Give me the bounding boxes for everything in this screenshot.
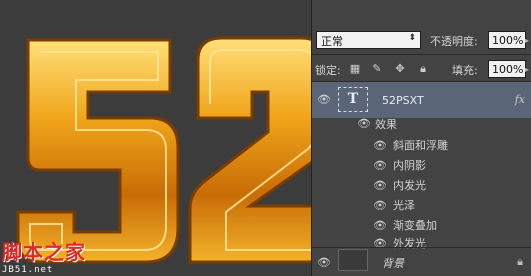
eye-icon[interactable]: 👁︎ bbox=[316, 257, 332, 269]
eye-icon[interactable]: 👁︎ bbox=[372, 220, 388, 232]
effect-inner-glow[interactable]: 内发光 bbox=[393, 177, 426, 193]
text-layer-thumbnail: T bbox=[338, 87, 368, 112]
background-layer-thumbnail bbox=[338, 249, 368, 271]
eye-icon[interactable]: 👁︎ bbox=[372, 200, 388, 212]
blend-mode-value: 正常 bbox=[321, 35, 343, 48]
eye-icon[interactable]: 👁︎ bbox=[372, 140, 388, 152]
fill-label: 填充: bbox=[452, 64, 478, 77]
effect-gradient-overlay[interactable]: 渐变叠加 bbox=[393, 217, 437, 233]
lock-icon: 🔒︎ bbox=[517, 255, 523, 268]
gold-text-artwork bbox=[16, 36, 311, 264]
type-glyph: T bbox=[347, 91, 359, 107]
eye-icon[interactable]: 👁︎ bbox=[372, 160, 388, 172]
chevron-right-icon[interactable]: ▸ bbox=[525, 36, 529, 45]
watermark-chinese: 脚本之家 bbox=[2, 240, 86, 264]
opacity-value: 100% bbox=[492, 34, 524, 47]
chevron-right-icon[interactable]: ▸ bbox=[525, 65, 529, 74]
document-canvas[interactable]: 脚本之家 JB51.net bbox=[0, 0, 311, 276]
divider bbox=[312, 54, 531, 55]
fill-field[interactable]: 100% bbox=[488, 60, 526, 78]
effect-satin[interactable]: 光泽 bbox=[393, 197, 415, 213]
blend-mode-select[interactable]: 正常 ⬍ bbox=[316, 31, 421, 49]
chevron-updown-icon: ⬍ bbox=[408, 33, 416, 43]
effect-inner-shadow[interactable]: 内阴影 bbox=[393, 157, 426, 173]
opacity-label: 不透明度: bbox=[430, 35, 478, 48]
effect-bevel-emboss[interactable]: 斜面和浮雕 bbox=[393, 137, 448, 153]
effect-outer-glow[interactable]: 外发光 bbox=[393, 235, 426, 251]
divider bbox=[312, 247, 531, 248]
layer-name-background[interactable]: 背景 bbox=[382, 255, 404, 271]
lock-all-icon[interactable]: 🔒︎ bbox=[416, 62, 430, 76]
watermark-url: JB51.net bbox=[2, 265, 54, 275]
layers-panel: 正常 ⬍ 不透明度: 100% ▸ 锁定: ▦ ✎ ✥ 🔒︎ 填充: 100% … bbox=[311, 0, 531, 276]
fill-value: 100% bbox=[492, 63, 524, 76]
eye-icon[interactable]: 👁︎ bbox=[372, 238, 388, 250]
eye-icon[interactable]: 👁︎ bbox=[372, 180, 388, 192]
lock-image-pixels-icon[interactable]: ✎ bbox=[370, 62, 384, 76]
fx-icon[interactable]: fx bbox=[515, 93, 525, 106]
watermark: 脚本之家 JB51.net bbox=[2, 236, 86, 275]
opacity-field[interactable]: 100% bbox=[488, 31, 526, 49]
lock-transparent-pixels-icon[interactable]: ▦ bbox=[348, 62, 362, 76]
eye-icon[interactable]: 👁︎ bbox=[316, 94, 332, 106]
lock-label: 锁定: bbox=[315, 64, 341, 77]
digit-5-glyph bbox=[16, 38, 180, 264]
eye-icon[interactable]: 👁︎ bbox=[356, 118, 372, 130]
lock-position-icon[interactable]: ✥ bbox=[393, 62, 407, 76]
layer-name[interactable]: 52PSXT bbox=[382, 94, 424, 107]
digit-2-glyph bbox=[188, 36, 311, 264]
effects-label: 效果 bbox=[375, 118, 397, 131]
